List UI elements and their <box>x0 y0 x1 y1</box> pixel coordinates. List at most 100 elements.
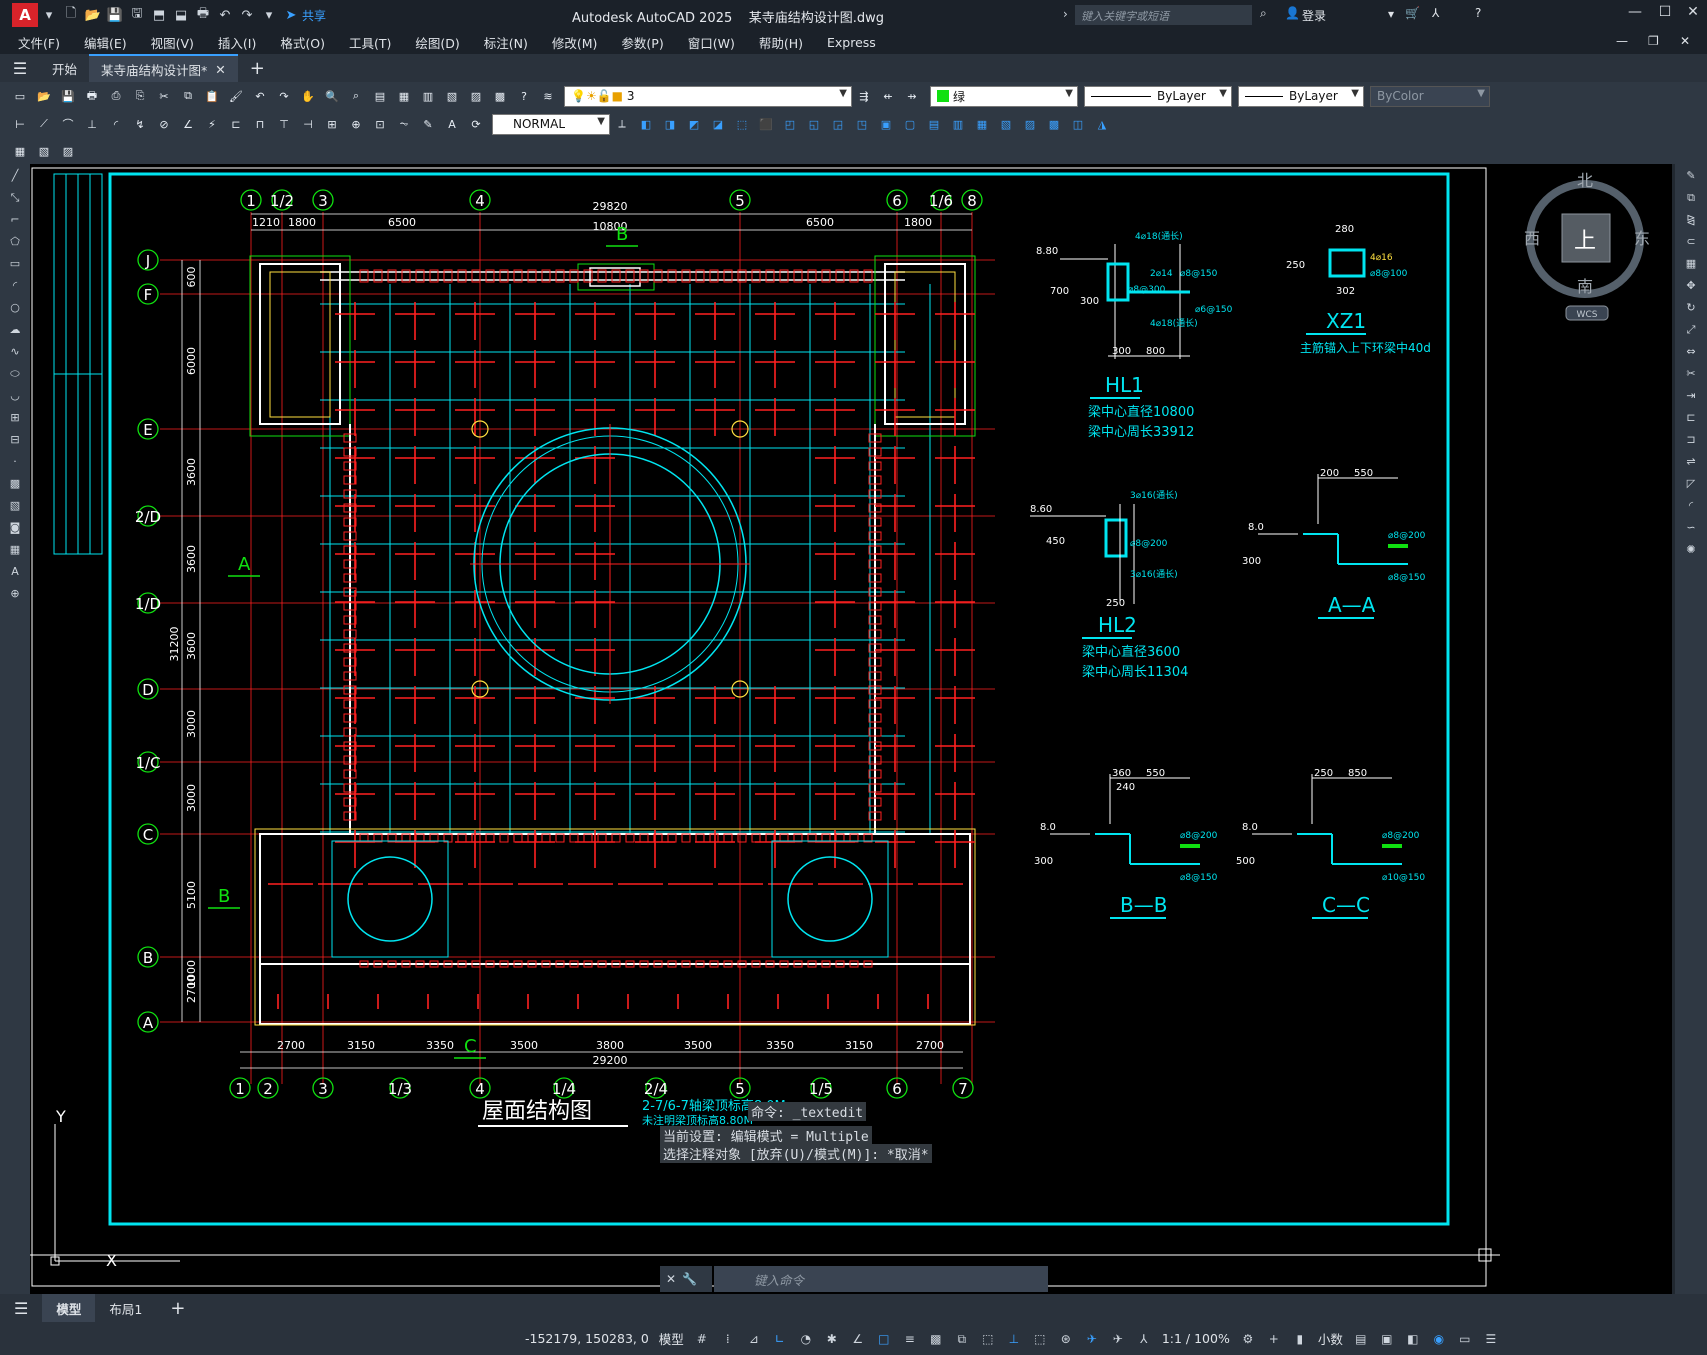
open-icon[interactable]: 📂 <box>34 86 54 106</box>
view-3d-icon-13[interactable]: ▤ <box>924 114 944 134</box>
viewcube-top[interactable]: 上 <box>1574 229 1596 254</box>
selection-filter-icon[interactable]: ⬚ <box>1031 1330 1049 1348</box>
transparency-icon[interactable]: ▩ <box>927 1330 945 1348</box>
dim-angular-icon[interactable]: ∠ <box>178 114 198 134</box>
paste-icon[interactable]: 📋 <box>202 86 222 106</box>
close-command-icon[interactable]: ✕ <box>666 1272 676 1286</box>
view-3d-icon-15[interactable]: ▦ <box>972 114 992 134</box>
join-icon[interactable]: ⇌ <box>1681 452 1701 472</box>
view-3d-icon-18[interactable]: ▩ <box>1044 114 1064 134</box>
center-mark-icon[interactable]: ⊕ <box>346 114 366 134</box>
share-button[interactable]: 共享 <box>302 7 326 24</box>
tab-layout1[interactable]: 布局1 <box>95 1294 156 1322</box>
model-space-button[interactable]: 模型 <box>659 1329 684 1348</box>
region-icon[interactable]: ◙ <box>5 518 25 538</box>
view-3d-icon-19[interactable]: ◫ <box>1068 114 1088 134</box>
rotate-icon[interactable]: ↻ <box>1681 298 1701 318</box>
qnew-icon[interactable]: ▭ <box>10 86 30 106</box>
construction-line-icon[interactable]: ⤡ <box>5 188 25 208</box>
hamburger-icon[interactable]: ☰ <box>0 54 40 82</box>
plot-icon[interactable]: 🖶 <box>192 4 214 26</box>
line-icon[interactable]: ╱ <box>5 166 25 186</box>
arc-icon[interactable]: ◜ <box>5 276 25 296</box>
mtext-icon[interactable]: A <box>5 562 25 582</box>
dim-continue-icon[interactable]: ⊓ <box>250 114 270 134</box>
coordinates-readout[interactable]: -152179, 150283, 0 <box>525 1331 649 1346</box>
annotation-scale-icon[interactable]: ⅄ <box>1135 1330 1153 1348</box>
text-style-dropdown[interactable]: NORMAL ▼ <box>492 113 610 135</box>
tab-close-icon[interactable]: ✕ <box>215 62 225 77</box>
dim-aligned-icon[interactable]: ⟋ <box>34 114 54 134</box>
preview-icon[interactable]: ⎙ <box>106 86 126 106</box>
copy-icon[interactable]: ⧉ <box>178 86 198 106</box>
menu-modify[interactable]: 修改(M) <box>540 33 610 52</box>
spline-icon[interactable]: ∿ <box>5 342 25 362</box>
sheet-set-icon[interactable]: ▧ <box>442 86 462 106</box>
lineweight-icon[interactable]: ≡ <box>901 1330 919 1348</box>
layer-manager-icon[interactable]: ≋ <box>538 86 558 106</box>
menu-insert[interactable]: 插入(I) <box>206 33 268 52</box>
menu-window[interactable]: 窗口(W) <box>676 33 747 52</box>
redo-tb-icon[interactable]: ↷ <box>274 86 294 106</box>
view-3d-icon-5[interactable]: ⬚ <box>732 114 752 134</box>
view-3d-icon-8[interactable]: ◱ <box>804 114 824 134</box>
polyline-icon[interactable]: ⌐ <box>5 210 25 230</box>
polygon-icon[interactable]: ⬠ <box>5 232 25 252</box>
layer-previous-icon[interactable]: ⇷ <box>878 86 898 106</box>
make-current-icon[interactable]: ⇶ <box>854 86 874 106</box>
save-as-icon[interactable]: 🖫 <box>126 4 148 26</box>
ortho-icon[interactable]: ∟ <box>771 1330 789 1348</box>
polar-icon[interactable]: ◔ <box>797 1330 815 1348</box>
array-icon[interactable]: ▦ <box>1681 254 1701 274</box>
layer-dropdown[interactable]: 💡☀🔓■ 3 ▼ <box>564 85 852 107</box>
revcloud-icon[interactable]: ☁ <box>5 320 25 340</box>
rectangle-icon[interactable]: ▭ <box>5 254 25 274</box>
undo-icon[interactable]: ↶ <box>214 4 236 26</box>
ellipse-arc-icon[interactable]: ◡ <box>5 386 25 406</box>
cart-icon[interactable]: 🛒 <box>1405 6 1420 20</box>
tab-start[interactable]: 开始 <box>40 54 89 82</box>
dim-baseline-icon[interactable]: ⊏ <box>226 114 246 134</box>
move-icon[interactable]: ✥ <box>1681 276 1701 296</box>
login-dropdown-icon[interactable]: ▾ <box>1388 7 1394 21</box>
hardware-acceleration-icon[interactable]: ◉ <box>1430 1330 1448 1348</box>
save-tb-icon[interactable]: 💾 <box>58 86 78 106</box>
blend-icon[interactable]: ∽ <box>1681 518 1701 538</box>
circle-icon[interactable]: ○ <box>5 298 25 318</box>
undo-tb-icon[interactable]: ↶ <box>250 86 270 106</box>
infer-constraints-icon[interactable]: ⊿ <box>745 1330 763 1348</box>
close-icon[interactable]: ✕ <box>1678 4 1707 26</box>
search-icon[interactable]: ⌕ <box>1260 6 1267 21</box>
add-selected-icon[interactable]: ⊕ <box>5 584 25 604</box>
web-save-icon[interactable]: ⬓ <box>170 4 192 26</box>
print-icon[interactable]: 🖶 <box>82 86 102 106</box>
autocad-logo-icon[interactable]: A <box>12 3 38 27</box>
erase-icon[interactable]: ✎ <box>1681 166 1701 186</box>
annotation-monitor-icon[interactable]: + <box>1265 1330 1283 1348</box>
new-file-icon[interactable]: 🗋 <box>60 4 82 26</box>
object-snap-tracking-icon[interactable]: ∠ <box>849 1330 867 1348</box>
add-layout-icon[interactable]: + <box>156 1294 199 1322</box>
snap-icon[interactable]: ⁞ <box>719 1330 737 1348</box>
object-snap-icon[interactable]: □ <box>875 1330 893 1348</box>
fillet-icon[interactable]: ◜ <box>1681 496 1701 516</box>
dim-edit-icon[interactable]: ✎ <box>418 114 438 134</box>
3d-osnap-icon[interactable]: ⬚ <box>979 1330 997 1348</box>
command-input[interactable]: 键入命令 <box>714 1266 1048 1292</box>
view-3d-icon-17[interactable]: ▨ <box>1020 114 1040 134</box>
table-icon[interactable]: ▦ <box>5 540 25 560</box>
menu-file[interactable]: 文件(F) <box>0 33 72 52</box>
isolate-objects-icon[interactable]: ◧ <box>1404 1330 1422 1348</box>
view-3d-icon-3[interactable]: ◩ <box>684 114 704 134</box>
scale-icon[interactable]: ⤢ <box>1681 320 1701 340</box>
menu-view[interactable]: 视图(V) <box>139 33 206 52</box>
doc-minimize-icon[interactable]: — <box>1616 34 1628 48</box>
menu-format[interactable]: 格式(O) <box>268 33 337 52</box>
zoom-window-icon[interactable]: ⌕ <box>346 86 366 106</box>
units-icon[interactable]: ▮ <box>1291 1330 1309 1348</box>
lineweight-dropdown[interactable]: ByLayer ▼ <box>1238 85 1364 107</box>
share-icon[interactable]: ➤ <box>280 4 302 26</box>
menu-express[interactable]: Express <box>815 35 888 50</box>
explode-icon[interactable]: ✺ <box>1681 540 1701 560</box>
viewcube-south[interactable]: 南 <box>1577 277 1593 296</box>
